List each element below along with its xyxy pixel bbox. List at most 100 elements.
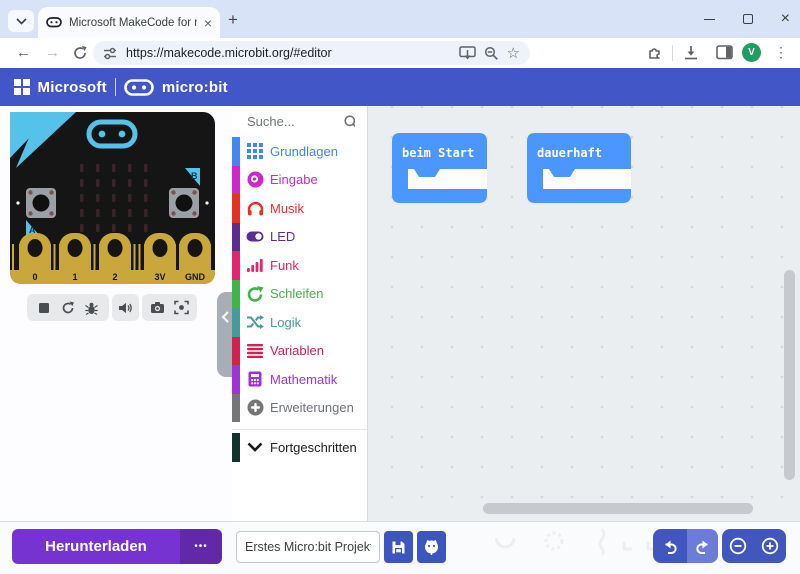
advanced-chevron-icon — [240, 442, 270, 452]
window-controls: × — [704, 0, 790, 38]
fullscreen-icon[interactable] — [174, 300, 189, 315]
stop-icon[interactable] — [38, 302, 50, 314]
radio-signal-icon — [240, 258, 270, 272]
side-panel-icon[interactable] — [716, 45, 733, 60]
horizontal-scrollbar[interactable] — [483, 503, 753, 514]
forward-icon[interactable]: → — [45, 44, 60, 61]
reload-icon[interactable] — [72, 45, 88, 61]
category-erweiterungen[interactable]: Erweiterungen — [232, 394, 367, 423]
camera-icon[interactable] — [150, 301, 165, 314]
debug-bug-icon[interactable] — [85, 301, 98, 315]
button-b[interactable] — [169, 188, 199, 218]
download-label[interactable]: Herunterladen — [12, 529, 180, 564]
button-a[interactable] — [26, 188, 56, 218]
microbit-favicon — [46, 17, 62, 28]
avatar[interactable]: V — [742, 43, 761, 62]
block-label: dauerhaft — [537, 146, 602, 160]
tab-close-icon[interactable]: × — [204, 15, 212, 31]
undo-redo-group — [653, 529, 718, 563]
download-options-button[interactable]: ••• — [180, 529, 222, 564]
category-musik[interactable]: Musik — [232, 194, 367, 223]
vertical-scrollbar[interactable] — [784, 270, 795, 480]
block-on-start[interactable]: beim Start — [392, 133, 487, 203]
category-led[interactable]: LED — [232, 223, 367, 252]
window-minimize-icon[interactable] — [704, 19, 715, 20]
browser-titlebar: Microsoft MakeCode for micro: × + × — [0, 0, 800, 38]
extensions-plus-icon — [240, 399, 270, 416]
sim-sound-group — [112, 294, 139, 321]
url-text[interactable]: https://makecode.microbit.org/#editor — [126, 46, 451, 60]
brand-divider — [115, 78, 116, 96]
microbit-board[interactable]: A B 0 1 2 3V GND — [10, 112, 215, 284]
block-workspace[interactable]: beim Start dauerhaft — [368, 106, 800, 521]
logic-shuffle-icon — [240, 315, 270, 329]
category-stripe — [232, 280, 240, 309]
category-variablen[interactable]: Variablen — [232, 337, 367, 366]
search-icon — [343, 114, 355, 130]
browser-toolbar: ← → https://makecode.microbit.org/#edito… — [0, 38, 800, 68]
save-button[interactable] — [384, 531, 413, 563]
simulator-collapse-handle[interactable] — [217, 292, 233, 377]
tab-search-button[interactable] — [8, 10, 34, 32]
volume-icon[interactable] — [118, 301, 133, 315]
extensions-icon[interactable] — [646, 45, 663, 61]
microbit-label: micro:bit — [162, 79, 228, 96]
site-settings-icon[interactable] — [103, 47, 118, 60]
category-mathematik[interactable]: Mathematik — [232, 365, 367, 394]
browser-tab[interactable]: Microsoft MakeCode for micro: × — [38, 7, 220, 38]
block-forever[interactable]: dauerhaft — [527, 133, 631, 203]
category-stripe — [232, 365, 240, 394]
input-circle-icon — [240, 171, 270, 188]
restart-icon[interactable] — [61, 301, 75, 315]
bookmark-star-icon[interactable]: ☆ — [507, 46, 520, 61]
button-b-label: B — [191, 171, 198, 181]
redo-button[interactable] — [687, 529, 718, 563]
ghost-smile-icon — [495, 536, 515, 550]
new-tab-button[interactable]: + — [228, 11, 238, 28]
download-icon[interactable] — [683, 45, 699, 60]
window-close-icon[interactable]: × — [781, 11, 790, 27]
category-stripe — [232, 308, 240, 337]
category-grundlagen[interactable]: Grundlagen — [232, 137, 367, 166]
toolbox-divider — [232, 422, 367, 430]
category-label: Logik — [270, 315, 301, 330]
category-stripe — [232, 166, 240, 195]
category-stripe — [232, 251, 240, 280]
zoom-in-icon — [761, 537, 779, 555]
zoom-in-button[interactable] — [754, 529, 786, 563]
browser-menu-icon[interactable]: ⋮ — [774, 44, 788, 61]
zoom-out-page-icon[interactable] — [484, 46, 499, 61]
sim-capture-group — [142, 294, 197, 321]
category-schleifen[interactable]: Schleifen — [232, 280, 367, 309]
microsoft-logo — [14, 79, 30, 95]
category-label: Musik — [270, 201, 304, 216]
back-icon[interactable]: ← — [16, 44, 31, 61]
github-button[interactable] — [417, 531, 446, 563]
category-funk[interactable]: Funk — [232, 251, 367, 280]
category-fortgeschritten[interactable]: Fortgeschritten — [232, 433, 367, 462]
toolbox-search[interactable] — [232, 106, 367, 137]
pin-gnd-label: GND — [185, 272, 206, 282]
project-name-input[interactable] — [236, 531, 380, 563]
microbit-logo — [124, 79, 154, 96]
category-eingabe[interactable]: Eingabe — [232, 166, 367, 195]
undo-button[interactable] — [653, 529, 687, 563]
address-bar[interactable]: https://makecode.microbit.org/#editor ☆ — [93, 41, 530, 65]
category-label: LED — [270, 229, 295, 244]
simulator-panel: A B 0 1 2 3V GND — [0, 106, 232, 521]
download-project-button[interactable]: Herunterladen ••• — [12, 529, 222, 564]
category-logik[interactable]: Logik — [232, 308, 367, 337]
undo-icon — [662, 539, 679, 554]
search-input[interactable] — [247, 114, 337, 129]
window-maximize-icon[interactable] — [743, 14, 753, 24]
sim-control-group — [27, 294, 109, 321]
category-label: Fortgeschritten — [270, 440, 357, 455]
category-stripe — [232, 137, 240, 166]
zoom-out-button[interactable] — [722, 529, 754, 563]
install-app-icon[interactable] — [459, 46, 476, 60]
redo-icon — [694, 539, 711, 554]
loops-icon — [240, 286, 270, 302]
ghost-squiggle-icon — [597, 528, 607, 556]
zoom-controls — [722, 529, 786, 563]
chevron-down-icon — [16, 18, 27, 25]
